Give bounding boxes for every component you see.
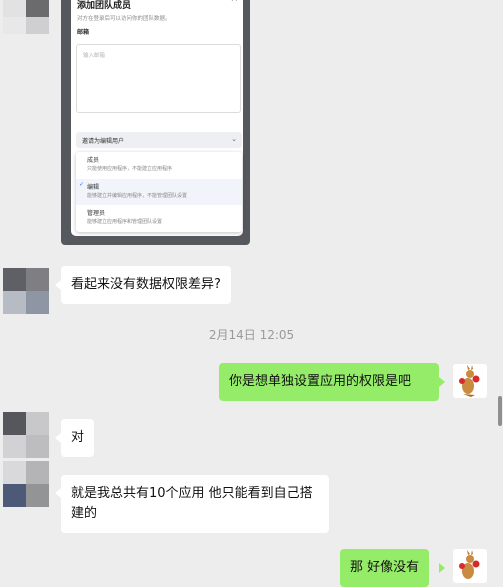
chat-scrollbar[interactable] [498, 396, 502, 426]
message-bubble[interactable]: 对 [61, 419, 95, 457]
role-select-value: 邀请为编辑用户 [82, 138, 125, 145]
message-text: 对 [71, 430, 85, 445]
timestamp: 2月14日 12:05 [208, 328, 295, 342]
role-menu: 成员 只能使用应用程序，不能建立应用程序 ✓ 编辑 能够建立并编辑应用程序，不能… [76, 152, 242, 232]
dialog-title: 添加团队成员 [77, 1, 132, 11]
chevron-down-icon: ⌄ [231, 135, 237, 143]
role-option-title: 编辑 [87, 184, 100, 191]
contact-avatar[interactable] [3, 412, 49, 458]
role-select: 邀请为编辑用户 ⌄ [76, 132, 242, 148]
message-text: 那 好像没有 [350, 560, 420, 575]
close-icon: × [230, 0, 238, 4]
screenshot-image[interactable]: 添加团队成员 × 对方在登录后可以访问你的团队数据。 邮箱 输入邮箱 邀请为编辑… [61, 0, 250, 245]
message-text: 看起来没有数据权限差异? [71, 277, 221, 292]
email-field: 输入邮箱 [76, 44, 241, 113]
role-option-editor: ✓ 编辑 能够建立并编辑应用程序，不能管理团队设置 [76, 179, 242, 205]
self-avatar[interactable] [453, 549, 487, 583]
message-bubble[interactable]: 就是我总共有10个应用 他只能看到自己搭建的 [61, 475, 329, 533]
contact-avatar[interactable] [3, 268, 49, 314]
role-option-admin: 管理员 能够建立应用程序和管理团队设置 [76, 205, 242, 231]
message-bubble[interactable]: 你是想单独设置应用的权限是吧 [219, 363, 439, 401]
kangaroo-boxing-icon [459, 365, 480, 397]
message-bubble[interactable]: 那 好像没有 [340, 549, 430, 587]
role-option-desc: 能够建立并编辑应用程序，不能管理团队设置 [87, 193, 188, 199]
dialog-subtitle: 对方在登录后可以访问你的团队数据。 [77, 16, 171, 22]
email-label: 邮箱 [77, 29, 90, 36]
message-bubble[interactable]: 看起来没有数据权限差异? [61, 266, 231, 304]
bubble-tail [439, 377, 445, 387]
bubble-tail [439, 563, 445, 573]
role-option-desc: 能够建立应用程序和管理团队设置 [87, 219, 163, 225]
message-text: 你是想单独设置应用的权限是吧 [229, 374, 412, 389]
kangaroo-boxing-icon [459, 550, 480, 579]
contact-avatar-top[interactable] [3, 0, 49, 34]
invite-dialog: 添加团队成员 × 对方在登录后可以访问你的团队数据。 邮箱 输入邮箱 邀请为编辑… [71, 0, 243, 236]
self-avatar[interactable] [453, 364, 487, 398]
role-option-desc: 只能使用应用程序，不能建立应用程序 [87, 166, 173, 172]
role-option-title: 成员 [87, 157, 100, 164]
message-text: 就是我总共有10个应用 他只能看到自己搭建的 [71, 486, 313, 521]
role-option-title: 管理员 [87, 210, 106, 217]
email-placeholder: 输入邮箱 [83, 53, 106, 59]
checkmark-icon: ✓ [79, 181, 85, 188]
role-option-member: 成员 只能使用应用程序，不能建立应用程序 [76, 152, 242, 178]
contact-avatar[interactable] [3, 461, 49, 507]
